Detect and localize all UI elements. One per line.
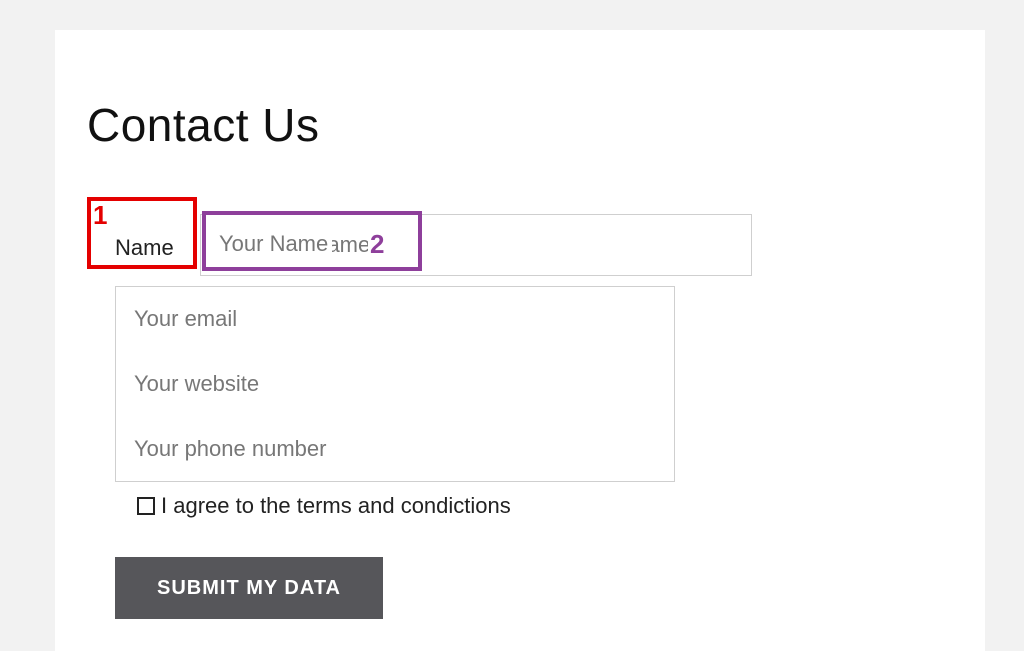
agree-row: I agree to the terms and condictions [137, 493, 511, 519]
page-title: Contact Us [87, 98, 320, 152]
agree-label[interactable]: I agree to the terms and condictions [161, 493, 511, 519]
agree-checkbox[interactable] [137, 497, 155, 515]
annotation-number-2: 2 [368, 229, 386, 260]
website-input[interactable] [115, 351, 675, 417]
email-input[interactable] [115, 286, 675, 352]
annotation-number-1: 1 [93, 200, 107, 231]
title-wrap: Contact Us [75, 88, 332, 162]
submit-button[interactable]: SUBMIT MY DATA [115, 557, 383, 619]
page-card: Contact Us 1 Name Your Name 2 I agree to… [55, 30, 985, 651]
phone-input[interactable] [115, 416, 675, 482]
name-placeholder-text: Your Name [215, 231, 332, 257]
